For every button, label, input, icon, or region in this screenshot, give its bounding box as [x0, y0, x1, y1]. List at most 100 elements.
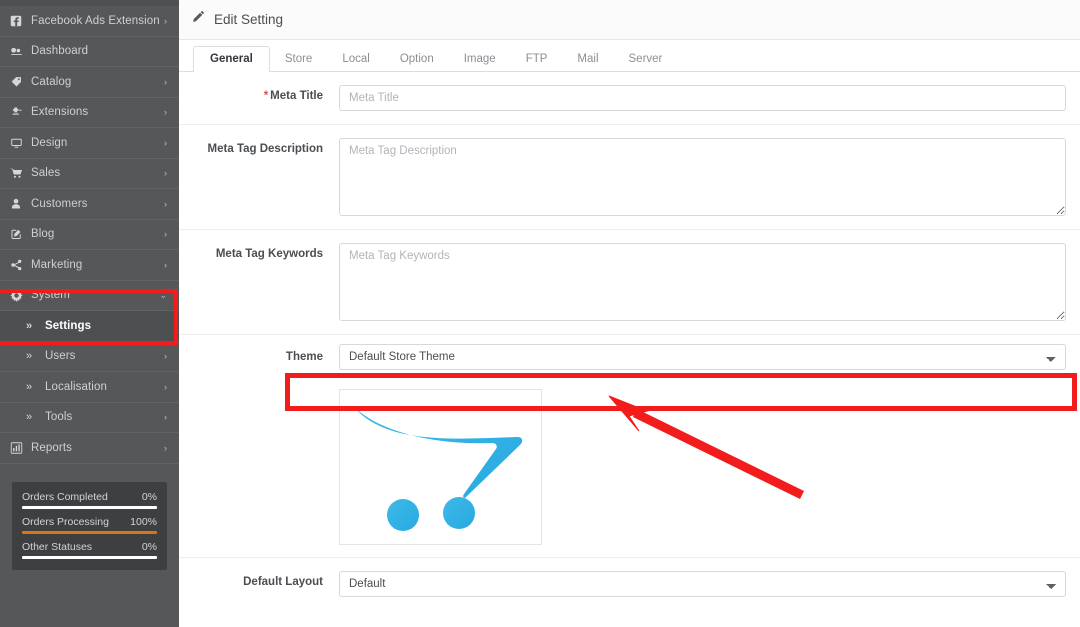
sidebar-item-catalog[interactable]: Catalog ›	[0, 67, 179, 98]
share-icon	[10, 259, 27, 271]
sidebar-item-label: System	[31, 289, 70, 302]
app-root: Facebook Ads Extension › Dashboard Catalog ›…	[0, 0, 1080, 627]
tab-bar: General Store Local Option Image FTP Mail Serve…	[179, 40, 1080, 72]
stat-orders-completed: Orders Completed 0%	[22, 491, 157, 509]
cart-icon	[10, 167, 27, 179]
sidebar-item-label: Customers	[31, 197, 88, 210]
page-header: Edit Setting	[179, 0, 1080, 40]
progress-track	[22, 530, 157, 534]
theme-preview-thumbnail	[339, 389, 542, 545]
main-content: Edit Setting General Store Local Option Imag…	[179, 0, 1080, 627]
theme-select[interactable]: Default Store Theme	[339, 344, 1066, 370]
progress-track	[22, 505, 157, 509]
tab-ftp[interactable]: FTP	[511, 46, 563, 73]
meta-keywords-textarea[interactable]	[339, 243, 1066, 321]
tab-general[interactable]: General	[193, 45, 270, 72]
tab-server[interactable]: Server	[614, 46, 678, 73]
facebook-icon	[10, 15, 27, 27]
progress-fill	[22, 530, 157, 534]
sidebar-item-customers[interactable]: Customers ›	[0, 189, 179, 220]
form-row-theme-preview	[179, 379, 1080, 558]
chevron-right-icon: ›	[164, 107, 167, 118]
stat-value: 100%	[130, 515, 157, 528]
chevron-right-icon: ›	[164, 442, 167, 453]
form-row-theme: Theme Default Store Theme	[179, 335, 1080, 379]
sidebar-item-label: Tools	[45, 411, 73, 424]
puzzle-icon	[10, 106, 27, 118]
sidebar: Facebook Ads Extension › Dashboard Catalog ›…	[0, 0, 179, 627]
tab-store[interactable]: Store	[270, 46, 328, 73]
sidebar-item-label: Localisation	[45, 380, 107, 393]
sidebar-item-marketing[interactable]: Marketing ›	[0, 250, 179, 281]
tab-local[interactable]: Local	[327, 46, 385, 73]
pencil-square-icon	[10, 228, 27, 240]
meta-description-textarea[interactable]	[339, 138, 1066, 216]
bar-chart-icon	[10, 442, 27, 454]
chevron-double-right-icon: »	[26, 380, 33, 393]
sidebar-item-users[interactable]: » Users ›	[0, 341, 179, 372]
stat-orders-processing: Orders Processing 100%	[22, 516, 157, 534]
meta-title-label: * Meta Title	[263, 90, 323, 102]
progress-fill	[22, 555, 157, 559]
sidebar-item-label: Reports	[31, 441, 72, 454]
sidebar-item-label: Facebook Ads Extension	[31, 14, 160, 27]
tag-icon	[10, 76, 27, 88]
sidebar-item-label: Marketing	[31, 258, 83, 271]
chevron-right-icon: ›	[164, 198, 167, 209]
opencart-logo-icon	[353, 407, 522, 531]
required-marker: *	[263, 90, 269, 102]
sidebar-item-label: Sales	[31, 167, 61, 180]
sidebar-item-label: Settings	[45, 319, 92, 332]
chevron-right-icon: ›	[164, 137, 167, 148]
sidebar-item-label: Design	[31, 136, 68, 149]
chevron-right-icon: ›	[164, 412, 167, 423]
form-row-meta-description: Meta Tag Description	[179, 125, 1080, 230]
sidebar-item-settings[interactable]: » Settings	[0, 311, 179, 342]
stat-other-statuses: Other Statuses 0%	[22, 541, 157, 559]
progress-track	[22, 555, 157, 559]
sidebar-item-dashboard[interactable]: Dashboard	[0, 37, 179, 67]
progress-fill	[22, 505, 157, 509]
sidebar-item-label: Users	[45, 350, 76, 363]
meta-description-label: Meta Tag Description	[207, 143, 323, 155]
settings-form: *Meta Title Meta Tag Description Meta Ta…	[179, 72, 1080, 610]
monitor-icon	[10, 137, 27, 149]
sidebar-item-label: Catalog	[31, 75, 72, 88]
stat-label: Orders Processing	[22, 515, 109, 528]
tab-option[interactable]: Option	[385, 46, 449, 73]
sidebar-item-extensions[interactable]: Extensions ›	[0, 98, 179, 128]
chevron-double-right-icon: »	[26, 411, 33, 424]
sidebar-item-sales[interactable]: Sales ›	[0, 159, 179, 189]
stat-label: Orders Completed	[22, 490, 108, 503]
stat-value: 0%	[141, 540, 157, 553]
sidebar-item-blog[interactable]: Blog ›	[0, 220, 179, 250]
chevron-double-right-icon: »	[26, 350, 33, 363]
tab-mail[interactable]: Mail	[562, 46, 613, 73]
stat-label: Other Statuses	[22, 540, 93, 553]
sidebar-item-design[interactable]: Design ›	[0, 128, 179, 159]
user-icon	[10, 198, 27, 210]
form-row-meta-title: * Meta Title	[179, 72, 1080, 125]
sidebar-item-localisation[interactable]: » Localisation ›	[0, 372, 179, 403]
meta-title-input[interactable]	[339, 85, 1066, 111]
chevron-right-icon: ›	[164, 351, 167, 362]
default-layout-select[interactable]: Default	[339, 571, 1066, 597]
chevron-down-icon: ⌄	[159, 289, 167, 300]
sidebar-item-facebook-ads-extension[interactable]: Facebook Ads Extension ›	[0, 6, 179, 37]
chevron-right-icon: ›	[164, 259, 167, 270]
dashboard-icon	[10, 45, 27, 57]
sidebar-item-label: Extensions	[31, 106, 89, 119]
form-row-default-layout: Default Layout Default	[179, 558, 1080, 610]
sidebar-item-system[interactable]: System ⌄	[0, 281, 179, 311]
sidebar-stats-panel: Orders Completed 0% Orders Processing 100% O…	[12, 481, 167, 570]
sidebar-item-reports[interactable]: Reports ›	[0, 433, 179, 464]
sidebar-item-label: Blog	[31, 228, 55, 241]
meta-keywords-label: Meta Tag Keywords	[215, 248, 323, 260]
gear-icon	[10, 288, 27, 302]
chevron-double-right-icon: »	[26, 319, 33, 332]
sidebar-item-label: Dashboard	[31, 45, 89, 58]
tab-image[interactable]: Image	[449, 46, 511, 73]
sidebar-item-tools[interactable]: » Tools ›	[0, 402, 179, 433]
chevron-right-icon: ›	[164, 76, 167, 87]
sidebar-nav: Facebook Ads Extension › Dashboard Catalog ›…	[0, 6, 179, 464]
